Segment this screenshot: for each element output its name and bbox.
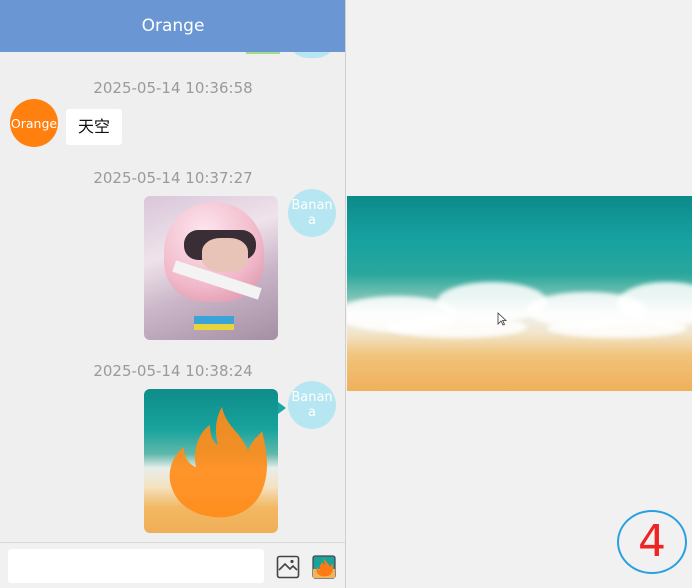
message-timestamp: 2025-05-14 10:36:58 — [93, 79, 253, 97]
image-picker-icon[interactable] — [276, 555, 300, 579]
text-message-bubble[interactable]: 天空 — [66, 109, 123, 145]
image-message-portrait[interactable] — [144, 196, 278, 340]
avatar-label: Banan a — [291, 390, 333, 420]
app-root: Orange 2025-05-14 10:36:58 Orange 天空 202… — [0, 0, 692, 588]
avatar-label: Orange — [10, 115, 58, 131]
image-message-beach-flame[interactable] — [144, 389, 278, 533]
mouse-cursor-icon — [497, 312, 507, 326]
avatar-banana[interactable]: Banan a — [288, 189, 336, 237]
avatar-label: Banan a — [291, 198, 333, 228]
input-bar — [0, 542, 345, 588]
message-timestamp: 2025-05-14 10:37:27 — [93, 169, 253, 187]
avatar-banana[interactable]: Banan a — [288, 381, 336, 429]
collar-stripe-yellow — [194, 324, 234, 330]
chat-panel: Orange 2025-05-14 10:36:58 Orange 天空 202… — [0, 0, 346, 588]
message-input[interactable] — [8, 549, 264, 583]
collar-stripe-blue — [194, 316, 234, 324]
message-list[interactable]: 2025-05-14 10:36:58 Orange 天空 2025-05-14… — [0, 52, 345, 542]
image-viewer: 4 — [347, 0, 692, 588]
flame-sticker-icon[interactable] — [312, 555, 336, 579]
flame-sticker-overlay — [169, 407, 267, 518]
avatar-orange[interactable]: Orange — [10, 99, 58, 147]
bubble-tail — [278, 402, 286, 414]
message-timestamp: 2025-05-14 10:38:24 — [93, 362, 253, 380]
face-shape — [202, 238, 248, 272]
page-number-badge: 4 — [617, 510, 687, 574]
viewer-image-beach[interactable] — [347, 196, 692, 391]
foam-shape — [547, 318, 687, 338]
chat-header-title: Orange — [0, 0, 345, 52]
